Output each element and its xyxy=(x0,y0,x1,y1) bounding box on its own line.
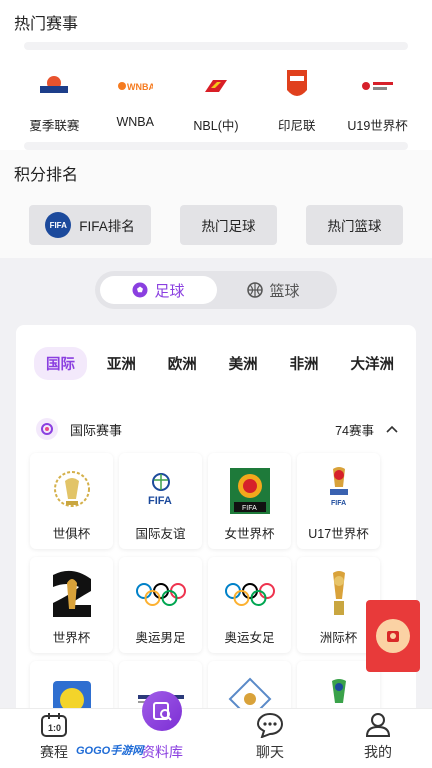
fifa-badge-icon: FIFA xyxy=(45,212,72,238)
competition-label: 女世界杯 xyxy=(224,527,275,541)
league-label: 印尼联 xyxy=(278,119,316,133)
profile-icon xyxy=(364,710,392,740)
hot-football-button[interactable]: 热门足球 xyxy=(180,205,277,245)
bottom-nav: 1:0 赛程 资料库 聊天 我的 GOGO手游网 xyxy=(0,691,432,768)
basketball-label: 篮球 xyxy=(269,282,300,300)
competition-tile[interactable]: 世界杯 xyxy=(30,557,113,653)
chevron-up-icon[interactable] xyxy=(386,425,398,433)
fifa-wordmark: FIFA xyxy=(331,500,346,507)
football-label: 足球 xyxy=(154,282,185,300)
league-nbl[interactable]: NBL(中) xyxy=(178,66,254,136)
divider xyxy=(24,42,408,50)
schedule-icon: 1:0 xyxy=(40,710,68,740)
league-label: 夏季联赛 xyxy=(29,119,80,133)
fifa-wordmark: FIFA xyxy=(242,505,257,512)
competition-tile[interactable]: FIFA U17世界杯 xyxy=(297,453,380,549)
watermark: GOGO手游网 xyxy=(76,745,144,757)
league-summer[interactable]: 夏季联赛 xyxy=(16,66,92,136)
olympic-rings-icon xyxy=(224,569,276,621)
competition-label: 洲际杯 xyxy=(319,631,358,645)
competition-label: 奥运女足 xyxy=(224,631,275,645)
league-label: NBL(中) xyxy=(193,119,239,133)
svg-text:WNBA: WNBA xyxy=(127,82,153,92)
fifa-friendly-logo: FIFA xyxy=(141,465,181,517)
competition-label: U17世界杯 xyxy=(308,527,369,541)
svg-text:1:0: 1:0 xyxy=(48,723,61,733)
competition-tile[interactable]: 世俱杯 xyxy=(30,453,113,549)
indonesian-league-logo xyxy=(284,66,310,106)
league-indonesia[interactable]: 印尼联 xyxy=(259,66,335,136)
sport-toggle: 足球 篮球 xyxy=(95,271,337,309)
competition-count: 74赛事 xyxy=(335,423,374,438)
competition-tile[interactable]: 奥运男足 xyxy=(119,557,202,653)
league-wnba[interactable]: WNBA WNBA xyxy=(97,66,173,136)
nav-schedule[interactable]: 1:0 赛程 xyxy=(0,709,108,768)
nbl-logo xyxy=(203,66,229,106)
league-label: WNBA xyxy=(116,115,154,129)
competition-group-label: 国际赛事 xyxy=(70,422,123,438)
nav-label: 赛程 xyxy=(40,744,68,760)
world-cup-logo xyxy=(47,569,97,621)
database-icon xyxy=(142,691,182,731)
competition-label: 奥运男足 xyxy=(135,631,186,645)
nav-label: 我的 xyxy=(364,744,392,760)
chat-icon xyxy=(256,710,284,740)
hot-section-title: 热门赛事 xyxy=(14,16,79,33)
olympic-rings-icon xyxy=(135,569,187,621)
club-world-cup-logo xyxy=(51,465,93,517)
region-tabs: 国际 亚洲 欧洲 美洲 非洲 大洋洲 xyxy=(34,347,406,380)
football-icon xyxy=(132,282,148,298)
competition-label: 世界杯 xyxy=(52,631,91,645)
red-packet-icon xyxy=(376,619,410,653)
tab-oceania[interactable]: 大洋洲 xyxy=(338,347,406,380)
football-toggle[interactable]: 足球 xyxy=(100,276,217,304)
fifa-wordmark: FIFA xyxy=(148,495,172,507)
rank-section-title: 积分排名 xyxy=(14,167,79,184)
summer-league-logo xyxy=(37,66,71,106)
nav-chat[interactable]: 聊天 xyxy=(216,709,324,768)
fifa-rank-label: FIFA排名 xyxy=(79,219,135,234)
fifa-rank-button[interactable]: FIFA FIFA排名 xyxy=(29,205,151,245)
league-label: U19世界杯 xyxy=(347,119,408,133)
competition-label: 世俱杯 xyxy=(52,527,91,541)
nav-label: 聊天 xyxy=(256,744,284,760)
competition-tile[interactable]: FIFA 国际友谊 xyxy=(119,453,202,549)
divider xyxy=(24,142,408,150)
competition-tile[interactable]: FIFA 女世界杯 xyxy=(208,453,291,549)
hot-league-list: 夏季联赛 WNBA WNBA NBL(中) 印尼联 U19世界杯 xyxy=(0,66,432,136)
wnba-logo: WNBA xyxy=(117,66,153,106)
international-icon xyxy=(36,418,58,440)
basketball-icon xyxy=(247,282,264,298)
red-packet-button[interactable] xyxy=(366,600,420,672)
tab-europe[interactable]: 欧洲 xyxy=(156,347,209,380)
womens-world-cup-logo: FIFA xyxy=(228,465,272,517)
u19-world-cup-logo xyxy=(361,66,395,106)
tab-americas[interactable]: 美洲 xyxy=(217,347,270,380)
competition-label: 国际友谊 xyxy=(135,527,186,541)
rank-button-row: FIFA FIFA排名 热门足球 热门篮球 xyxy=(29,205,403,245)
competition-card: 国际 亚洲 欧洲 美洲 非洲 大洋洲 国际赛事 74赛事 世俱杯 FIFA 国际… xyxy=(16,325,416,757)
intercontinental-cup-logo xyxy=(327,569,351,621)
tab-asia[interactable]: 亚洲 xyxy=(95,347,148,380)
competition-tile[interactable]: 奥运女足 xyxy=(208,557,291,653)
tab-africa[interactable]: 非洲 xyxy=(278,347,331,380)
u17-world-cup-logo: FIFA xyxy=(324,465,354,517)
hot-basketball-button[interactable]: 热门篮球 xyxy=(306,205,403,245)
nav-label: 资料库 xyxy=(141,744,183,760)
basketball-toggle[interactable]: 篮球 xyxy=(215,276,332,304)
nav-database[interactable]: 资料库 xyxy=(108,691,216,768)
tab-international[interactable]: 国际 xyxy=(34,347,87,380)
nav-profile[interactable]: 我的 xyxy=(324,709,432,768)
competition-group-header[interactable]: 国际赛事 74赛事 xyxy=(36,417,398,441)
league-u19[interactable]: U19世界杯 xyxy=(340,66,416,136)
